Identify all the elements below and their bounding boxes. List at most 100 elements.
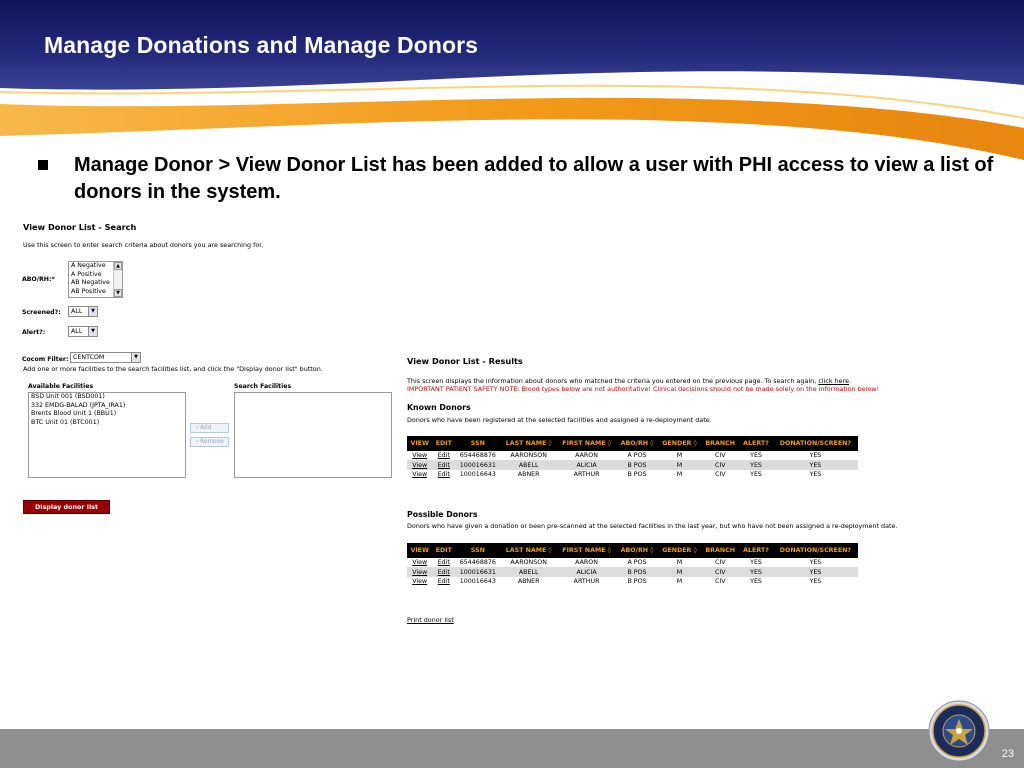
branch-cell: CIV [701, 460, 740, 470]
column-header-ssn: SSN [455, 543, 501, 558]
column-header-view: VIEW [407, 436, 433, 451]
chevron-down-icon: ▼ [88, 307, 97, 316]
table-header-row: VIEW EDIT SSN LAST NAME ◊ FIRST NAME ◊ A… [407, 436, 858, 451]
table-row: View Edit 100016631 ABELL ALICIA B POS M CIV YES… [407, 460, 858, 470]
first-name-cell: ARTHUR [573, 577, 600, 585]
search-facilities-listbox[interactable] [234, 392, 392, 478]
last-name-cell: AARONSON [510, 452, 547, 460]
print-donor-list-link[interactable]: Print donor list [407, 616, 454, 624]
view-cell: View [407, 460, 433, 470]
abo-rh-cell: B POS [616, 567, 658, 577]
department-of-defense-seal-icon [928, 700, 990, 762]
column-header-last-name[interactable]: LAST NAME ◊ [500, 436, 557, 451]
search-facilities-label: Search Facilities [234, 383, 292, 390]
view-cell: View [407, 567, 433, 577]
abo-rh-cell: B POS [627, 470, 647, 478]
view-link[interactable]: View [412, 452, 427, 459]
last-name-cell: ABNER [517, 470, 540, 478]
alert-cell: YES [739, 567, 773, 577]
cocom-label: Cocom Filter: [22, 356, 69, 363]
table-row: View Edit 100016643 ABNER ARTHUR B POS M CIV YES… [407, 577, 858, 586]
column-header-donation-screen: DONATION/SCREEN? [772, 436, 858, 451]
ssn-cell: 100016631 [455, 567, 501, 577]
facility-option[interactable]: 332 EMDG-BALAD (JPTA_IRA1) [29, 402, 185, 411]
facility-option[interactable]: BTC Unit 01 (BTC001) [29, 419, 185, 428]
results-intro-text: This screen displays the information abo… [407, 377, 817, 385]
edit-link[interactable]: Edit [438, 578, 450, 585]
view-link[interactable]: View [412, 559, 427, 566]
facility-option[interactable]: Brents Blood Unit 1 (BBU1) [29, 410, 185, 419]
abo-rh-listbox[interactable]: A Negative A Positive AB Negative AB Pos… [68, 261, 123, 298]
table-row: View Edit 654468876 AARONSON AARON A POS M CIV Y… [407, 451, 858, 460]
alert-value: ALL [71, 328, 83, 335]
header-banner-graphic [0, 0, 1024, 160]
facility-option[interactable]: BSD Unit 001 (BSD001) [29, 393, 185, 402]
edit-link[interactable]: Edit [438, 452, 450, 459]
gender-cell: M [676, 559, 683, 567]
screened-label: Screened?: [22, 309, 61, 316]
view-link[interactable]: View [412, 569, 427, 576]
possible-donors-title: Possible Donors [407, 510, 478, 519]
first-name-cell: AARON [575, 452, 598, 460]
column-header-last-name[interactable]: LAST NAME ◊ [500, 543, 557, 558]
first-name-cell: ALICIA [556, 567, 617, 577]
column-header-donation-screen: DONATION/SCREEN? [772, 543, 858, 558]
column-header-gender[interactable]: GENDER ◊ [657, 543, 702, 558]
abo-rh-label: ABO/RH:* [22, 276, 55, 283]
edit-link[interactable]: Edit [438, 471, 450, 478]
remove-facility-button[interactable]: ‹ Remove [190, 437, 229, 447]
edit-link[interactable]: Edit [438, 569, 450, 576]
column-header-branch: BRANCH [701, 436, 740, 451]
abo-rh-cell: B POS [627, 577, 647, 585]
scroll-up-icon[interactable]: ▲ [114, 262, 122, 270]
view-link[interactable]: View [412, 578, 427, 585]
bullet-square-icon [38, 160, 48, 170]
available-facilities-listbox[interactable]: BSD Unit 001 (BSD001) 332 EMDG-BALAD (JP… [28, 392, 186, 478]
cocom-select[interactable]: CENTCOM ▼ [70, 352, 141, 363]
last-name-cell: ABELL [500, 460, 557, 470]
abo-rh-cell: A POS [627, 559, 647, 567]
results-intro-end: . [849, 377, 852, 385]
column-header-abo-rh[interactable]: ABO/RH ◊ [616, 436, 658, 451]
bullet-point: Manage Donor > View Donor List has been … [38, 152, 998, 206]
page-number: 23 [1001, 748, 1014, 760]
facilities-instruction: Add one or more facilities to the search… [23, 365, 323, 373]
edit-link[interactable]: Edit [438, 559, 450, 566]
edit-link[interactable]: Edit [438, 462, 450, 469]
alert-cell: YES [739, 460, 773, 470]
ssn-cell: 100016631 [455, 460, 501, 470]
view-link[interactable]: View [412, 471, 427, 478]
available-facilities-label: Available Facilities [28, 383, 94, 390]
display-donor-list-button[interactable]: Display donor list [23, 500, 110, 514]
branch-cell: CIV [701, 567, 740, 577]
edit-cell: Edit [432, 451, 455, 460]
column-header-first-name[interactable]: FIRST NAME ◊ [556, 436, 617, 451]
last-name-cell: ABNER [517, 577, 540, 585]
screened-select[interactable]: ALL ▼ [68, 306, 98, 317]
ssn-cell: 100016643 [459, 470, 496, 478]
possible-donors-table: VIEW EDIT SSN LAST NAME ◊ FIRST NAME ◊ A… [407, 543, 858, 586]
add-label: Add [200, 425, 212, 431]
view-cell: View [407, 470, 432, 479]
donation-screen-cell: YES [772, 460, 858, 470]
chevron-down-icon: ▼ [88, 327, 97, 336]
branch-cell: CIV [714, 470, 726, 478]
first-name-cell: AARON [575, 559, 598, 567]
column-header-gender[interactable]: GENDER ◊ [657, 436, 702, 451]
column-header-ssn: SSN [455, 436, 501, 451]
abo-scrollbar[interactable]: ▲ ▼ [113, 262, 122, 297]
column-header-abo-rh[interactable]: ABO/RH ◊ [616, 543, 658, 558]
table-row: View Edit 654468876 AARONSON AARON A POS M CIV Y… [407, 558, 858, 567]
ssn-cell: 654468876 [459, 452, 496, 460]
branch-cell: CIV [714, 559, 726, 567]
ssn-cell: 654468876 [459, 559, 496, 567]
alert-select[interactable]: ALL ▼ [68, 326, 98, 337]
click-here-link[interactable]: click here [818, 377, 849, 385]
scroll-down-icon[interactable]: ▼ [114, 289, 122, 297]
column-header-first-name[interactable]: FIRST NAME ◊ [556, 543, 617, 558]
view-link[interactable]: View [412, 462, 427, 469]
add-facility-button[interactable]: › Add [190, 423, 229, 433]
edit-cell: Edit [432, 460, 456, 470]
abo-rh-cell: B POS [616, 460, 658, 470]
column-header-alert: ALERT? [739, 436, 773, 451]
